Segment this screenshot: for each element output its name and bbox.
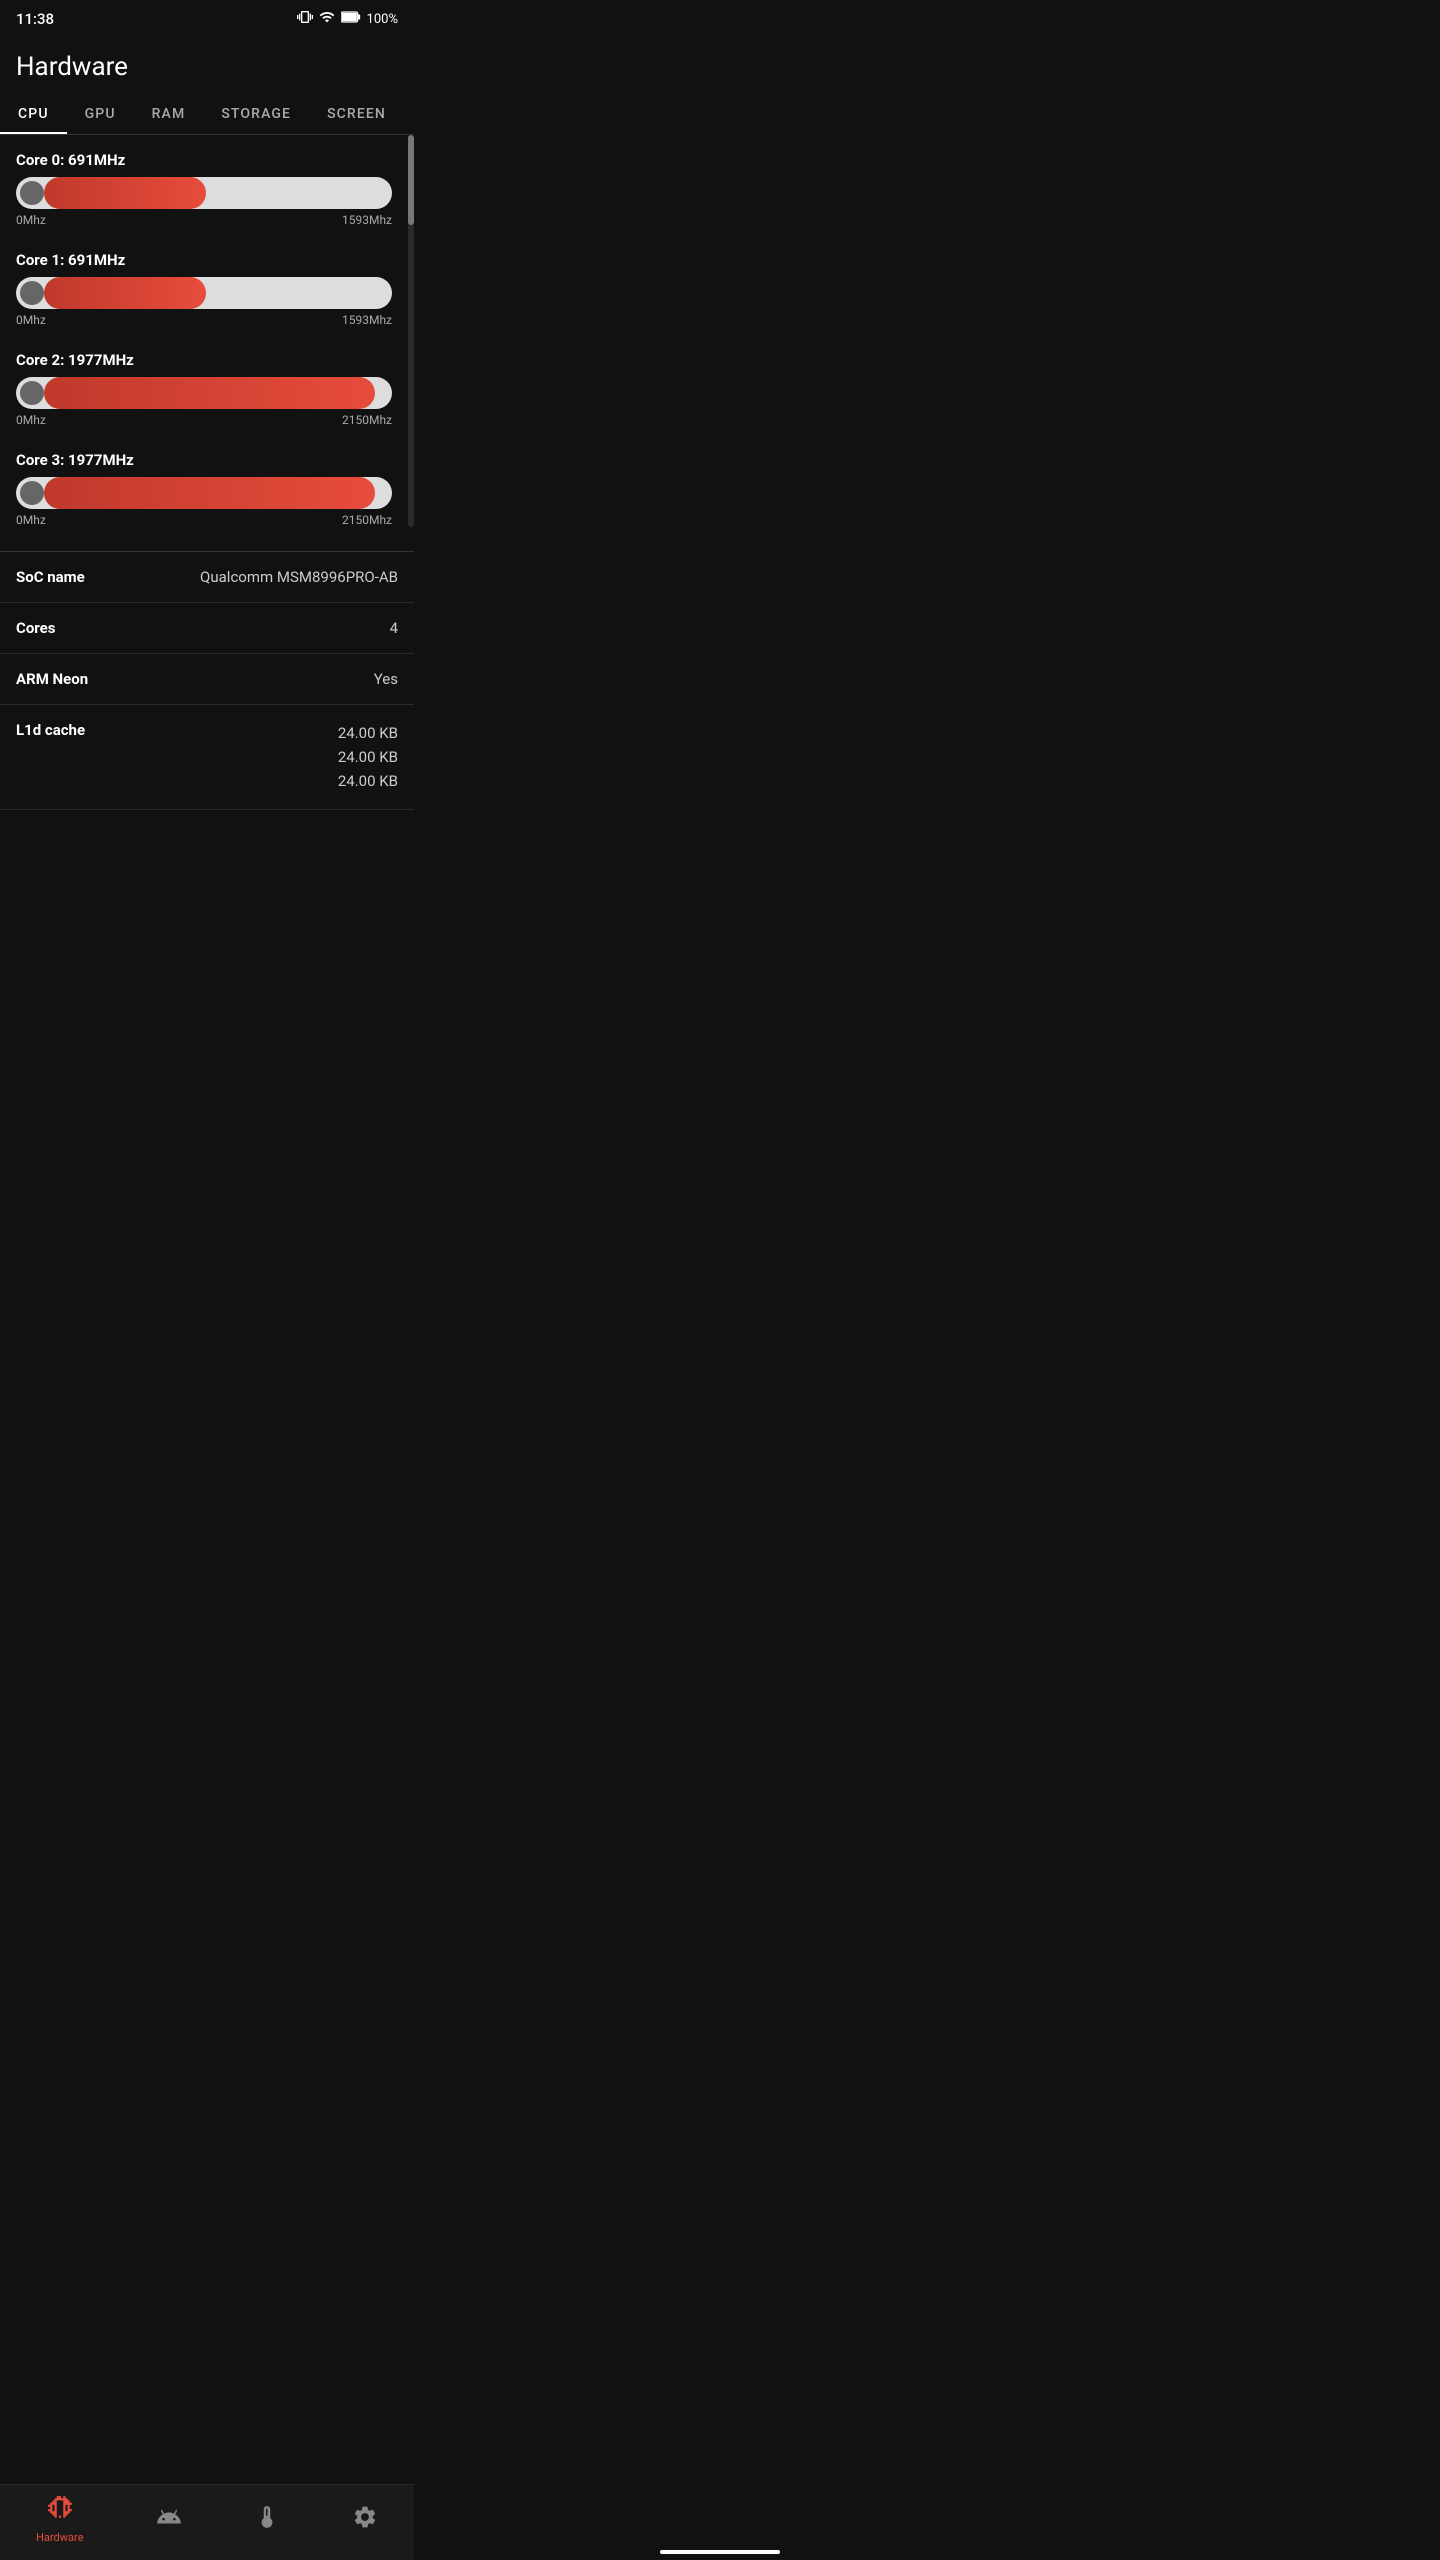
- core-2-progress: [16, 377, 392, 409]
- content-area: Core 0: 691MHz 0Mhz 1593Mhz Core 1: 691M…: [0, 135, 414, 890]
- nav-settings[interactable]: [352, 2504, 378, 2536]
- app-header: Hardware: [0, 36, 414, 92]
- core-3-section: Core 3: 1977MHz 0Mhz 2150Mhz: [16, 451, 392, 527]
- core-3-thumb: [20, 481, 44, 505]
- core-1-labels: 0Mhz 1593Mhz: [16, 313, 392, 327]
- core-0-fill: [44, 177, 206, 209]
- core-1-title: Core 1: 691MHz: [16, 251, 392, 269]
- soc-row: SoC name Qualcomm MSM8996PRO-AB: [0, 552, 414, 603]
- core-0-section: Core 0: 691MHz 0Mhz 1593Mhz: [16, 151, 392, 227]
- arm-neon-label: ARM Neon: [16, 670, 88, 688]
- cores-row: Cores 4: [0, 603, 414, 654]
- tab-cpu[interactable]: CPU: [0, 92, 67, 134]
- tab-gpu[interactable]: GPU: [67, 92, 134, 134]
- core-2-labels: 0Mhz 2150Mhz: [16, 413, 392, 427]
- battery-percentage: 100%: [367, 12, 398, 27]
- nav-hardware[interactable]: Hardware: [36, 2495, 83, 2544]
- core-3-fill: [44, 477, 375, 509]
- android-icon: [156, 2504, 182, 2536]
- core-3-labels: 0Mhz 2150Mhz: [16, 513, 392, 527]
- bottom-nav: Hardware: [0, 2484, 414, 2560]
- core-2-max: 2150Mhz: [342, 413, 392, 427]
- tab-storage[interactable]: STORAGE: [203, 92, 309, 134]
- chip-icon: [47, 2495, 73, 2527]
- core-1-progress: [16, 277, 392, 309]
- tab-ram[interactable]: RAM: [134, 92, 204, 134]
- battery-icon: [341, 9, 361, 29]
- home-indicator: [660, 2550, 780, 2554]
- core-3-progress: [16, 477, 392, 509]
- core-3-title: Core 3: 1977MHz: [16, 451, 392, 469]
- settings-icon: [352, 2504, 378, 2536]
- nav-temp[interactable]: [254, 2504, 280, 2536]
- core-2-section: Core 2: 1977MHz 0Mhz 2150Mhz: [16, 351, 392, 427]
- scrollbar-thumb: [408, 135, 414, 225]
- l1d-row: L1d cache 24.00 KB24.00 KB24.00 KB: [0, 705, 414, 810]
- temp-icon: [254, 2504, 280, 2536]
- soc-label: SoC name: [16, 568, 85, 586]
- nav-hardware-label: Hardware: [36, 2531, 83, 2544]
- arm-neon-value: Yes: [104, 670, 398, 688]
- core-1-thumb: [20, 281, 44, 305]
- arm-neon-row: ARM Neon Yes: [0, 654, 414, 705]
- core-1-section: Core 1: 691MHz 0Mhz 1593Mhz: [16, 251, 392, 327]
- l1d-label: L1d cache: [16, 721, 85, 739]
- nav-android[interactable]: [156, 2504, 182, 2536]
- core-1-max: 1593Mhz: [342, 313, 392, 327]
- core-0-max: 1593Mhz: [342, 213, 392, 227]
- core-0-title: Core 0: 691MHz: [16, 151, 392, 169]
- soc-value: Qualcomm MSM8996PRO-AB: [101, 568, 398, 586]
- cores-label: Cores: [16, 619, 55, 637]
- core-2-min: 0Mhz: [16, 413, 46, 427]
- core-0-progress: [16, 177, 392, 209]
- status-time: 11:38: [16, 10, 54, 28]
- tabs-container: CPU GPU RAM STORAGE SCREEN A: [0, 92, 414, 135]
- core-2-thumb: [20, 381, 44, 405]
- app-title: Hardware: [16, 52, 398, 82]
- status-icons: 100%: [297, 9, 398, 29]
- status-bar: 11:38 100%: [0, 0, 414, 36]
- tab-screen[interactable]: SCREEN: [309, 92, 404, 134]
- wifi-icon: [319, 9, 335, 29]
- core-3-min: 0Mhz: [16, 513, 46, 527]
- l1d-value: 24.00 KB24.00 KB24.00 KB: [101, 721, 398, 793]
- core-2-fill: [44, 377, 375, 409]
- core-2-title: Core 2: 1977MHz: [16, 351, 392, 369]
- core-3-max: 2150Mhz: [342, 513, 392, 527]
- core-0-min: 0Mhz: [16, 213, 46, 227]
- vibrate-icon: [297, 9, 313, 29]
- scrollbar-track[interactable]: [408, 135, 414, 527]
- core-0-thumb: [20, 181, 44, 205]
- specs-section: SoC name Qualcomm MSM8996PRO-AB Cores 4 …: [0, 552, 414, 810]
- cores-value: 4: [71, 619, 398, 637]
- tab-audio[interactable]: A: [404, 92, 414, 134]
- core-0-labels: 0Mhz 1593Mhz: [16, 213, 392, 227]
- core-1-min: 0Mhz: [16, 313, 46, 327]
- core-1-fill: [44, 277, 206, 309]
